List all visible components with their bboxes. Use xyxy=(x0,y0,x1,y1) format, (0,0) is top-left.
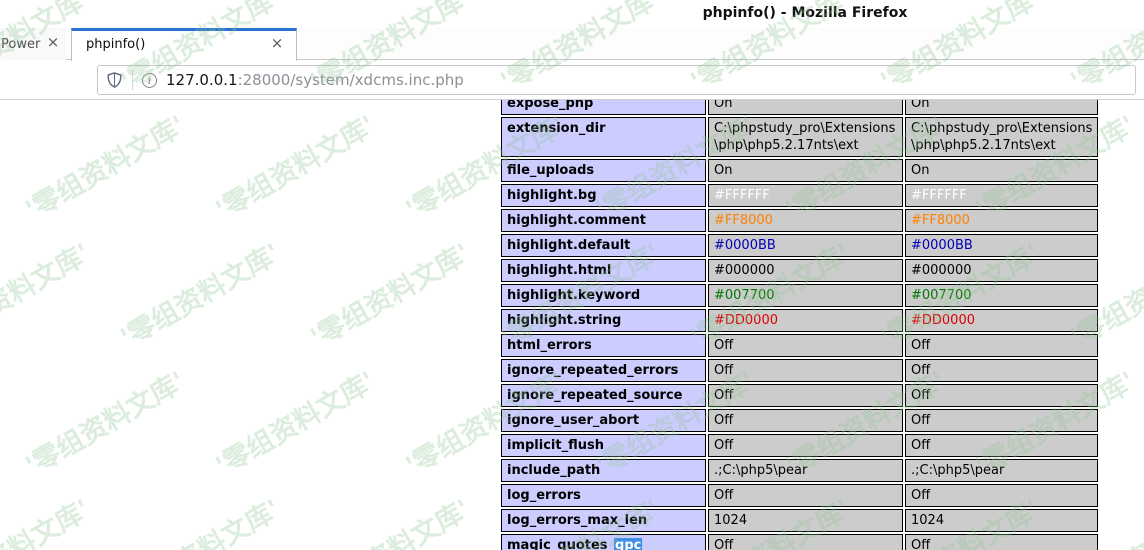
master-value-cell: Off xyxy=(905,534,1099,550)
local-value-cell: Off xyxy=(708,484,903,507)
phpinfo-table-body: expose_php On On extension_dir C:\phpstudy_p… xyxy=(501,100,1099,550)
navigation-toolbar: i 127.0.0.1:28000/system/xdcms.inc.php xyxy=(0,61,1144,100)
table-row: implicit_flush Off Off xyxy=(501,434,1099,457)
directive-name-cell: html_errors xyxy=(501,334,706,357)
directive-name-cell: ignore_repeated_source xyxy=(501,384,706,407)
master-value-cell: Off xyxy=(905,334,1099,357)
tab-phpinfo[interactable]: phpinfo() × xyxy=(71,28,297,61)
directive-name-cell: highlight.string xyxy=(501,309,706,332)
local-value-cell: #FFFFFF xyxy=(708,184,903,207)
local-value-cell: Off xyxy=(708,359,903,382)
local-value-cell: Off xyxy=(708,534,903,550)
window-title: phpinfo() - Mozilla Firefox xyxy=(702,5,908,21)
table-row: html_errors Off Off xyxy=(501,334,1099,357)
table-row: highlight.comment #FF8000 #FF8000 xyxy=(501,209,1099,232)
tab-label: Power xyxy=(1,37,41,52)
directive-name-cell: file_uploads xyxy=(501,159,706,182)
url-bar[interactable]: i 127.0.0.1:28000/system/xdcms.inc.php xyxy=(97,65,1136,95)
local-value-cell: Off xyxy=(708,384,903,407)
local-value-cell: 1024 xyxy=(708,509,903,532)
table-row: ignore_user_abort Off Off xyxy=(501,409,1099,432)
directive-name-cell: highlight.comment xyxy=(501,209,706,232)
table-row: include_path .;C:\php5\pear .;C:\php5\pear xyxy=(501,459,1099,482)
master-value-cell: On xyxy=(905,159,1099,182)
table-row: highlight.string #DD0000 #DD0000 xyxy=(501,309,1099,332)
local-value-cell: On xyxy=(708,159,903,182)
directive-name-cell: log_errors xyxy=(501,484,706,507)
master-value-cell: Off xyxy=(905,359,1099,382)
local-value-cell: Off xyxy=(708,409,903,432)
url-host: 127.0.0.1 xyxy=(166,71,238,89)
master-value-cell: .;C:\php5\pear xyxy=(905,459,1099,482)
master-value-cell: Off xyxy=(905,434,1099,457)
master-value-cell: Off xyxy=(905,409,1099,432)
urlbar-divider xyxy=(132,70,133,90)
table-row: expose_php On On xyxy=(501,100,1099,115)
master-value-cell: #FFFFFF xyxy=(905,184,1099,207)
master-value-cell: Off xyxy=(905,484,1099,507)
master-value-cell: On xyxy=(905,100,1099,115)
firefox-window: phpinfo() - Mozilla Firefox Power × phpi… xyxy=(0,0,1144,550)
master-value-cell: #0000BB xyxy=(905,234,1099,257)
table-row: log_errors_max_len 1024 1024 xyxy=(501,509,1099,532)
directive-name-cell: log_errors_max_len xyxy=(501,509,706,532)
table-row: extension_dir C:\phpstudy_pro\Extensions … xyxy=(501,117,1099,157)
directive-name-cell: highlight.keyword xyxy=(501,284,706,307)
directive-name-cell: include_path xyxy=(501,459,706,482)
local-value-cell: #0000BB xyxy=(708,234,903,257)
local-value-cell: Off xyxy=(708,434,903,457)
local-value-cell: On xyxy=(708,100,903,115)
directive-name-cell: ignore_repeated_errors xyxy=(501,359,706,382)
tab-background-page[interactable]: Power × xyxy=(0,28,66,60)
master-value-cell: #007700 xyxy=(905,284,1099,307)
window-titlebar: phpinfo() - Mozilla Firefox xyxy=(0,0,1144,28)
phpinfo-table: expose_php On On extension_dir C:\phpstudy_p… xyxy=(499,100,1100,550)
master-value-cell: 1024 xyxy=(905,509,1099,532)
url-text[interactable]: 127.0.0.1:28000/system/xdcms.inc.php xyxy=(166,71,464,89)
table-row: highlight.keyword #007700 #007700 xyxy=(501,284,1099,307)
table-row: highlight.default #0000BB #0000BB xyxy=(501,234,1099,257)
local-value-cell: .;C:\php5\pear xyxy=(708,459,903,482)
tracking-protection-shield-icon[interactable] xyxy=(106,71,123,89)
table-row: highlight.bg #FFFFFF #FFFFFF xyxy=(501,184,1099,207)
local-value-cell: #000000 xyxy=(708,259,903,282)
directive-name-cell: magic_quotes_gpc xyxy=(501,534,706,550)
tab-bar: Power × phpinfo() × + xyxy=(0,28,1144,83)
master-value-cell: Off xyxy=(905,384,1099,407)
directive-name-cell: highlight.bg xyxy=(501,184,706,207)
url-path: :28000/system/xdcms.inc.php xyxy=(237,71,464,89)
directive-name-cell: highlight.html xyxy=(501,259,706,282)
directive-name-cell: highlight.default xyxy=(501,234,706,257)
table-row: magic_quotes_gpc Off Off xyxy=(501,534,1099,550)
page-content: expose_php On On extension_dir C:\phpstudy_p… xyxy=(0,100,1144,550)
table-row: ignore_repeated_source Off Off xyxy=(501,384,1099,407)
directive-name-cell: extension_dir xyxy=(501,117,706,157)
local-value-cell: Off xyxy=(708,334,903,357)
table-row: ignore_repeated_errors Off Off xyxy=(501,359,1099,382)
table-row: highlight.html #000000 #000000 xyxy=(501,259,1099,282)
find-highlight: gpc xyxy=(614,538,643,550)
master-value-cell: #DD0000 xyxy=(905,309,1099,332)
master-value-cell: #000000 xyxy=(905,259,1099,282)
local-value-cell: #007700 xyxy=(708,284,903,307)
table-row: file_uploads On On xyxy=(501,159,1099,182)
directive-name-cell: implicit_flush xyxy=(501,434,706,457)
table-row: log_errors Off Off xyxy=(501,484,1099,507)
master-value-cell: C:\phpstudy_pro\Extensions \php\php5.2.1… xyxy=(905,117,1099,157)
directive-name-cell: expose_php xyxy=(501,100,706,115)
local-value-cell: #FF8000 xyxy=(708,209,903,232)
directive-name-cell: ignore_user_abort xyxy=(501,409,706,432)
local-value-cell: #DD0000 xyxy=(708,309,903,332)
close-tab-icon[interactable]: × xyxy=(269,36,285,52)
site-info-icon[interactable]: i xyxy=(142,72,157,88)
close-tab-icon[interactable]: × xyxy=(45,35,61,51)
tab-label: phpinfo() xyxy=(86,37,146,52)
local-value-cell: C:\phpstudy_pro\Extensions \php\php5.2.1… xyxy=(708,117,903,157)
master-value-cell: #FF8000 xyxy=(905,209,1099,232)
